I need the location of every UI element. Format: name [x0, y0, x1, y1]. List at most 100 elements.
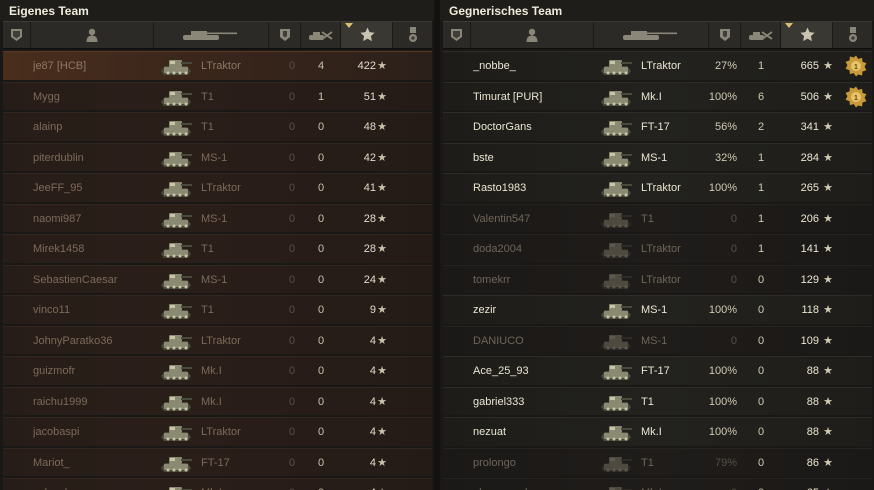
score-value: 284 — [800, 151, 819, 164]
player-name: Timurat [PUR] — [473, 90, 543, 103]
player-row[interactable]: gabriel333 T1 100% 0 88 ★ — [443, 386, 872, 415]
sort-tank-column[interactable] — [594, 22, 709, 48]
svg-text:1: 1 — [854, 64, 858, 71]
kills-value: 0 — [757, 334, 765, 347]
kills-value: 0 — [757, 304, 765, 316]
player-row[interactable]: JohnyParatko36 LTraktor 0 0 4 ★ — [3, 325, 432, 354]
star-icon: ★ — [377, 212, 387, 225]
player-row[interactable]: piterdublin MS-1 0 0 42 ★ — [3, 142, 432, 171]
tank-name: FT-17 — [641, 365, 670, 377]
damage-value: 0 — [730, 334, 737, 347]
player-row[interactable]: DANIUCO MS-1 0 0 109 ★ — [443, 325, 872, 354]
player-name: nezuat — [473, 426, 507, 438]
sort-kills-column[interactable] — [301, 22, 341, 48]
player-row[interactable]: alainp T1 0 0 48 ★ — [3, 112, 432, 141]
player-row[interactable]: obmamambo Mk.I 0 0 65★ — [443, 478, 872, 490]
player-row[interactable]: DoctorGans FT-17 56% 2 341 ★ — [443, 112, 872, 141]
tank-name: MS-1 — [201, 151, 228, 164]
star-icon: ★ — [823, 182, 833, 194]
damage-value: 100% — [708, 182, 737, 194]
tank-icon — [159, 86, 193, 108]
tank-name: T1 — [641, 395, 654, 408]
star-icon: ★ — [377, 121, 387, 133]
player-row[interactable]: vinco11 T1 0 0 9 ★ — [3, 295, 432, 324]
sort-medal-column[interactable] — [833, 22, 873, 48]
tank-icon — [159, 177, 193, 199]
player-row[interactable]: Mirek1458 T1 0 0 28 ★ — [3, 234, 432, 263]
star-icon: ★ — [823, 273, 833, 286]
player-row[interactable]: bste MS-1 32% 1 284 ★ — [443, 142, 872, 171]
tank-name: T1 — [641, 456, 654, 469]
score-value: 422 — [357, 60, 376, 72]
player-row[interactable]: doda2004 LTraktor 0 1 141 ★ — [443, 234, 872, 263]
player-row[interactable]: Valentin547 T1 0 1 206 ★ — [443, 203, 872, 232]
damage-value: 0 — [288, 121, 295, 133]
player-row[interactable]: _nobbe_ LTraktor 27% 1 665 ★ 1 — [443, 51, 872, 80]
tank-name: T1 — [641, 212, 654, 225]
tank-icon — [183, 31, 237, 40]
tank-icon — [599, 208, 633, 230]
sort-damage-column[interactable] — [709, 22, 741, 48]
damage-value: 100% — [708, 304, 737, 316]
tank-name: LTraktor — [641, 243, 681, 255]
sort-kills-column[interactable] — [741, 22, 781, 48]
player-row[interactable]: nezuat Mk.I 100% 0 88 ★ — [443, 417, 872, 446]
tank-name: FT-17 — [201, 456, 230, 469]
player-row[interactable]: prolongo T1 79% 0 86 ★ — [443, 447, 872, 476]
sort-marker-column[interactable] — [443, 22, 471, 48]
player-row[interactable]: guizmofr Mk.I 0 0 4 ★ — [3, 356, 432, 385]
player-row[interactable]: jacobaspi LTraktor 0 0 4 ★ — [3, 417, 432, 446]
player-row[interactable]: raichu1999 Mk.I 0 0 4 ★ — [3, 386, 432, 415]
kills-value: 0 — [757, 273, 765, 286]
star-icon: ★ — [822, 479, 834, 490]
tank-icon — [599, 55, 633, 77]
player-row[interactable]: Mariot_ FT-17 0 0 4 ★ — [3, 447, 432, 476]
player-row[interactable]: SebastienCaesar MS-1 0 0 24 ★ — [3, 264, 432, 293]
damage-value: 0 — [288, 243, 295, 255]
player-name: calancha — [33, 479, 151, 490]
tank-icon — [159, 269, 193, 291]
sort-tank-column[interactable] — [154, 22, 269, 48]
tank-name: T1 — [201, 90, 214, 103]
player-row[interactable]: Rasto1983 LTraktor 100% 1 265 ★ — [443, 173, 872, 202]
player-row[interactable]: Timurat [PUR] Mk.I 100% 6 506 ★ 1 — [443, 81, 872, 110]
tank-name: FT-17 — [641, 121, 670, 133]
sort-player-column[interactable] — [31, 22, 154, 48]
sort-damage-column[interactable] — [269, 22, 301, 48]
kills-value: 0 — [317, 182, 325, 194]
sort-medal-column[interactable] — [393, 22, 433, 48]
tank-icon — [159, 421, 193, 443]
score-value: 341 — [800, 121, 819, 133]
damage-shield-icon — [280, 29, 290, 41]
kills-tank-icon — [309, 31, 333, 40]
player-name: tomekrr — [473, 273, 511, 286]
player-row[interactable]: Mygg T1 0 1 51 ★ — [3, 81, 432, 110]
sort-score-column[interactable] — [781, 22, 833, 48]
kills-value: 0 — [317, 243, 325, 255]
star-icon: ★ — [823, 121, 833, 133]
player-row[interactable]: tomekrr LTraktor 0 0 129 ★ — [443, 264, 872, 293]
tank-name: MS-1 — [641, 304, 668, 316]
player-row[interactable]: JeeFF_95 LTraktor 0 0 41 ★ — [3, 173, 432, 202]
tank-name: MS-1 — [641, 151, 668, 164]
player-icon — [526, 28, 538, 42]
sort-marker-column[interactable] — [3, 22, 31, 48]
tank-name: T1 — [201, 243, 214, 255]
star-icon: ★ — [376, 479, 388, 490]
tank-name: MS-1 — [641, 334, 668, 347]
player-row[interactable]: Ace_25_93 FT-17 100% 0 88 ★ — [443, 356, 872, 385]
player-row[interactable]: je87 [HCB] LTraktor 0 4 422 ★ — [3, 51, 432, 80]
player-row[interactable]: zezir MS-1 100% 0 118 ★ — [443, 295, 872, 324]
tank-name: T1 — [201, 121, 214, 133]
sort-player-column[interactable] — [471, 22, 594, 48]
player-row[interactable]: calanchaMk.I004★ — [3, 478, 432, 490]
damage-value: 100% — [708, 90, 737, 103]
sort-score-column[interactable] — [341, 22, 393, 48]
tank-icon — [599, 86, 633, 108]
player-row[interactable]: naomi987 MS-1 0 0 28 ★ — [3, 203, 432, 232]
star-icon: ★ — [377, 90, 387, 103]
tank-icon — [159, 208, 193, 230]
player-name: DANIUCO — [473, 334, 524, 347]
kills-value: 2 — [757, 121, 765, 133]
score-value: 42 — [363, 151, 376, 164]
